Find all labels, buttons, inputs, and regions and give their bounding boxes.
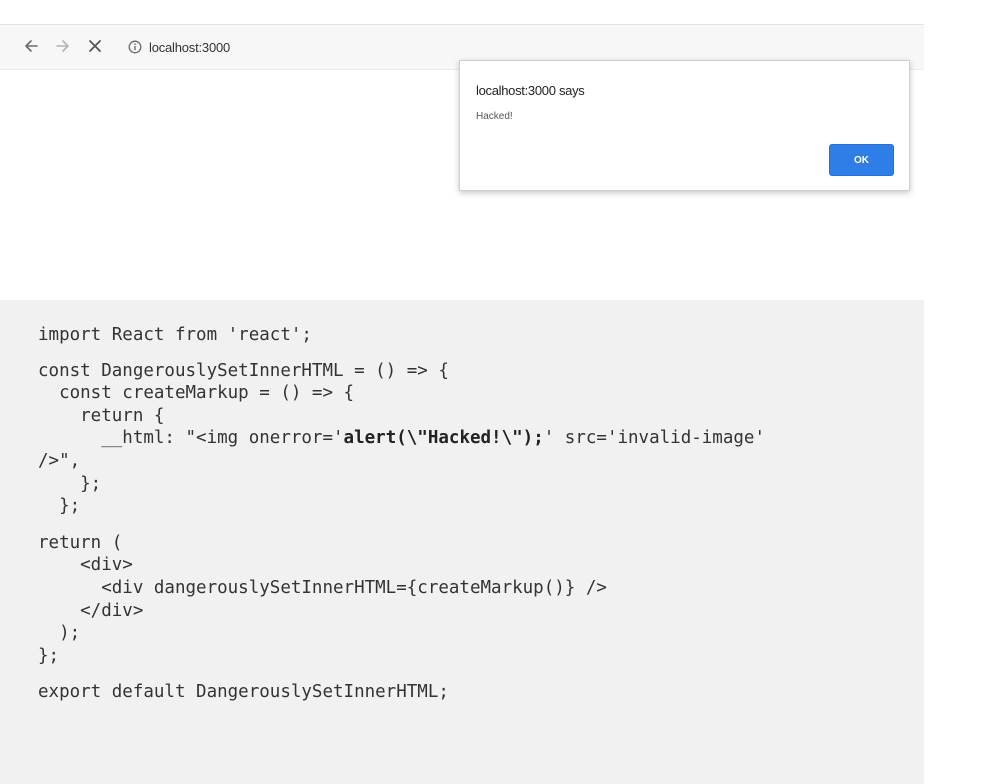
alert-message: Hacked! xyxy=(476,111,513,122)
code-line: <div> xyxy=(38,555,133,576)
code-line: }; xyxy=(38,473,102,494)
code-line: <div dangerouslySetInnerHTML={createMark… xyxy=(38,577,607,598)
code-line: const createMarkup = () => { xyxy=(38,383,355,404)
back-button[interactable] xyxy=(20,35,42,57)
stop-button[interactable] xyxy=(84,35,106,57)
page: localhost:3000 localhost:3000 says Hacke… xyxy=(0,0,982,784)
code-line: </div> xyxy=(38,600,144,621)
code-line: }; xyxy=(38,645,60,666)
alert-title: localhost:3000 says xyxy=(476,83,585,98)
code-block: import React from 'react'; const Dangero… xyxy=(0,300,924,784)
forward-button[interactable] xyxy=(52,35,74,57)
code-line: }; xyxy=(38,496,81,517)
code-line: return { xyxy=(38,405,165,426)
code-line: const DangerouslySetInnerHTML = () => { xyxy=(38,360,449,381)
close-icon xyxy=(89,40,101,52)
code-lines: import React from 'react'; const Dangero… xyxy=(38,324,765,704)
arrow-right-icon xyxy=(56,40,69,52)
code-gap xyxy=(38,667,765,681)
code-segment: ' src='invalid-image' xyxy=(543,428,765,449)
url-text: localhost:3000 xyxy=(149,39,231,55)
arrow-left-icon xyxy=(25,40,38,52)
code-line: />", xyxy=(38,450,81,471)
alert-dialog: localhost:3000 says Hacked! OK xyxy=(459,60,910,191)
code-gap xyxy=(38,347,765,360)
ok-button[interactable]: OK xyxy=(829,144,894,176)
code-highlight: alert(\"Hacked!\"); xyxy=(343,428,544,449)
code-line: return ( xyxy=(38,532,123,553)
code-line: export default DangerouslySetInnerHTML; xyxy=(38,682,449,703)
code-gap xyxy=(38,518,765,532)
info-icon[interactable] xyxy=(128,40,142,54)
code-line: __html: "<img onerror='alert(\"Hacked!\"… xyxy=(38,427,765,450)
address-bar[interactable]: localhost:3000 xyxy=(122,33,918,61)
code-segment: __html: "<img onerror=' xyxy=(38,428,344,449)
code-line: ); xyxy=(38,623,81,644)
code-line: import React from 'react'; xyxy=(38,325,312,345)
